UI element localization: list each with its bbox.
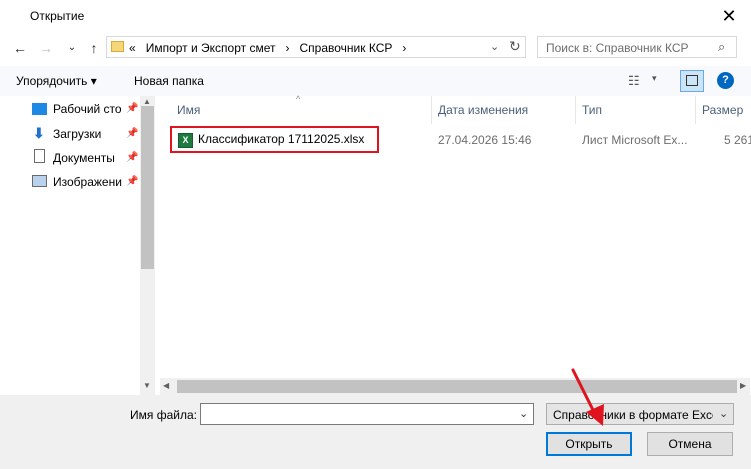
refresh-icon[interactable]: ↻ <box>509 38 521 55</box>
close-icon[interactable]: ✕ <box>714 4 744 28</box>
forward-arrow-icon[interactable]: → <box>36 38 56 58</box>
search-icon: ⌕ <box>718 39 726 54</box>
breadcrumb-item-import-export[interactable]: Импорт и Экспорт смет <box>146 41 276 55</box>
sort-ascending-icon: ^ <box>296 94 301 104</box>
breadcrumb-separator: › <box>285 41 290 55</box>
scroll-up-icon[interactable]: ▲ <box>143 97 151 106</box>
column-header-size[interactable]: Размер <box>702 103 743 117</box>
window-title: Открытие <box>30 9 85 23</box>
new-folder-button[interactable]: Новая папка <box>134 74 204 88</box>
nav-scroll-thumb[interactable] <box>141 106 154 269</box>
file-name[interactable]: Классификатор 17112025.xlsx <box>198 132 364 146</box>
preview-pane-button[interactable] <box>680 70 704 92</box>
folder-icon <box>111 41 124 52</box>
back-arrow-icon[interactable]: ← <box>10 38 30 58</box>
open-button[interactable]: Открыть <box>546 432 632 456</box>
annotation-arrow-icon <box>571 368 604 426</box>
help-icon[interactable]: ? <box>717 72 734 89</box>
column-divider[interactable] <box>431 96 432 124</box>
documents-icon <box>34 149 45 163</box>
pin-icon: 📌 <box>126 176 139 187</box>
address-dropdown-icon[interactable]: ⌄ <box>490 40 499 53</box>
search-input[interactable]: Поиск в: Справочник КСР <box>546 41 688 55</box>
pictures-icon <box>32 175 47 187</box>
column-divider[interactable] <box>695 96 696 124</box>
file-size: 5 261 <box>724 133 751 147</box>
breadcrumb-overflow[interactable]: « <box>129 41 136 55</box>
search-box[interactable]: Поиск в: Справочник КСР ⌕ <box>537 36 737 58</box>
breadcrumb: « Импорт и Экспорт смет › Справочник КСР… <box>129 41 406 55</box>
excel-file-icon: X <box>178 133 193 148</box>
pin-icon: 📌 <box>126 103 139 114</box>
file-type: Лист Microsoft Ex... <box>582 133 688 147</box>
filename-label: Имя файла: <box>130 408 197 422</box>
nav-item-desktop[interactable]: Рабочий сто <box>53 102 122 116</box>
pin-icon: 📌 <box>126 152 139 163</box>
scroll-down-icon[interactable]: ▼ <box>143 381 151 390</box>
recent-locations-chevron-icon[interactable]: ⌄ <box>62 38 82 58</box>
column-header-name[interactable]: Имя <box>177 103 200 117</box>
filename-input[interactable]: ⌄ <box>200 403 534 425</box>
column-divider[interactable] <box>575 96 576 124</box>
file-date: 27.04.2026 15:46 <box>438 133 532 147</box>
nav-item-downloads[interactable]: Загрузки <box>53 127 101 141</box>
scroll-right-icon[interactable]: ▶ <box>740 381 746 390</box>
desktop-icon <box>32 103 47 115</box>
scroll-left-icon[interactable]: ◀ <box>163 381 169 390</box>
preview-pane-icon <box>686 75 698 86</box>
title-bar <box>0 0 751 32</box>
nav-item-pictures[interactable]: Изображени <box>53 175 122 189</box>
pin-icon: 📌 <box>126 128 139 139</box>
download-icon: ⬇ <box>33 125 45 141</box>
nav-item-documents[interactable]: Документы <box>53 151 115 165</box>
address-bar[interactable]: « Импорт и Экспорт смет › Справочник КСР… <box>106 36 526 58</box>
chevron-down-icon[interactable]: ⌄ <box>719 407 728 420</box>
column-header-type[interactable]: Тип <box>582 103 602 117</box>
breadcrumb-separator: › <box>402 41 407 55</box>
column-header-date[interactable]: Дата изменения <box>438 103 528 117</box>
chevron-down-icon[interactable]: ⌄ <box>519 407 528 420</box>
view-options-icon[interactable]: ☷ <box>628 73 640 89</box>
horizontal-scroll-thumb[interactable] <box>177 380 737 393</box>
view-dropdown-icon[interactable]: ▾ <box>652 73 657 84</box>
cancel-button[interactable]: Отмена <box>647 432 733 456</box>
organize-button[interactable]: Упорядочить ▾ <box>16 74 97 88</box>
up-arrow-icon[interactable]: ↑ <box>84 38 104 58</box>
breadcrumb-item-ksr[interactable]: Справочник КСР <box>300 41 393 55</box>
